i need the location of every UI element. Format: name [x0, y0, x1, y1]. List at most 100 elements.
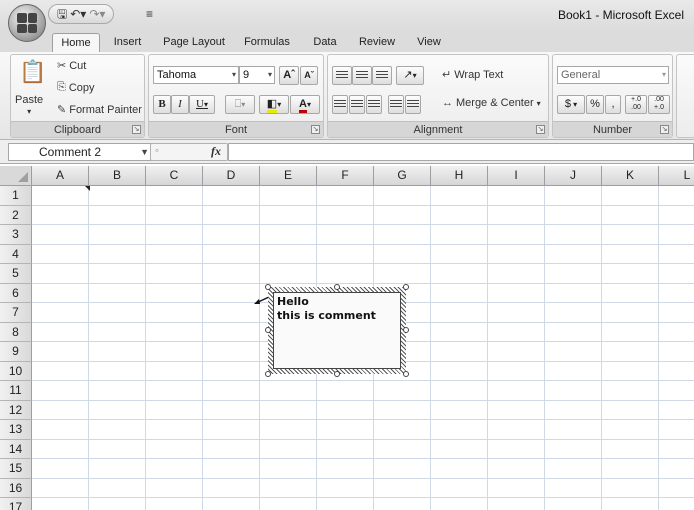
column-header-c[interactable]: C: [146, 166, 203, 186]
formula-input[interactable]: [228, 143, 694, 161]
column-header-i[interactable]: I: [488, 166, 545, 186]
customize-qat-icon[interactable]: ≡: [146, 7, 153, 21]
paste-dropdown-icon[interactable]: ▾: [27, 106, 31, 117]
grid-row-line: [32, 458, 694, 459]
column-header-k[interactable]: K: [602, 166, 659, 186]
resize-handle-n[interactable]: [334, 284, 340, 290]
percent-button[interactable]: %: [586, 95, 604, 114]
tab-data[interactable]: Data: [306, 33, 344, 52]
paste-button[interactable]: Paste ▾: [15, 95, 43, 117]
row-header-15[interactable]: 15: [0, 459, 32, 479]
align-left-button[interactable]: [332, 95, 348, 114]
select-all-button[interactable]: [0, 166, 32, 186]
paste-icon[interactable]: 📋: [19, 59, 46, 85]
column-header-h[interactable]: H: [431, 166, 488, 186]
clipboard-group: 📋 Paste ▾ ✂ Cut ⎘ Copy ✎ Format Painter …: [10, 54, 145, 138]
copy-button[interactable]: ⎘ Copy: [57, 81, 95, 94]
grid-column-line: [601, 186, 602, 510]
undo-icon[interactable]: ↶▾: [70, 6, 86, 22]
tab-review[interactable]: Review: [354, 33, 400, 52]
tab-formulas[interactable]: Formulas: [238, 33, 296, 52]
column-header-f[interactable]: F: [317, 166, 374, 186]
align-top-button[interactable]: [332, 66, 352, 85]
resize-handle-icon[interactable]: ◦: [155, 145, 159, 157]
grow-font-button[interactable]: Aˆ: [279, 66, 299, 85]
number-format-select[interactable]: General ▾: [557, 66, 669, 84]
comma-button[interactable]: ,: [605, 95, 621, 114]
row-header-1[interactable]: 1: [0, 186, 32, 206]
office-logo-icon: [17, 13, 37, 33]
row-header-17[interactable]: 17: [0, 498, 32, 510]
resize-handle-se[interactable]: [403, 371, 409, 377]
column-header-b[interactable]: B: [89, 166, 146, 186]
row-header-8[interactable]: 8: [0, 322, 32, 342]
increase-decimal-button[interactable]: +.0 .00: [625, 95, 647, 114]
shrink-font-button[interactable]: Aˇ: [300, 66, 318, 85]
font-color-button[interactable]: A▾: [290, 95, 320, 114]
resize-handle-w[interactable]: [265, 327, 271, 333]
currency-button[interactable]: $ ▾: [557, 95, 585, 114]
resize-handle-nw[interactable]: [265, 284, 271, 290]
wrap-text-button[interactable]: ↵ Wrap Text: [442, 68, 503, 82]
alignment-launcher-icon[interactable]: ↘: [536, 125, 545, 134]
resize-handle-s[interactable]: [334, 371, 340, 377]
row-header-12[interactable]: 12: [0, 400, 32, 420]
name-box[interactable]: Comment 2 ▼: [8, 143, 154, 161]
number-launcher-icon[interactable]: ↘: [660, 125, 669, 134]
row-header-6[interactable]: 6: [0, 283, 32, 303]
increase-indent-button[interactable]: [405, 95, 421, 114]
align-right-button[interactable]: [366, 95, 382, 114]
resize-handle-sw[interactable]: [265, 371, 271, 377]
borders-button[interactable]: ⎕▾: [225, 95, 255, 114]
row-header-14[interactable]: 14: [0, 439, 32, 459]
row-header-10[interactable]: 10: [0, 361, 32, 381]
comment-box[interactable]: Hello this is comment: [265, 284, 409, 377]
font-name-select[interactable]: Tahoma ▾: [153, 66, 239, 84]
save-icon[interactable]: 🖫: [57, 6, 67, 22]
column-header-e[interactable]: E: [260, 166, 317, 186]
decrease-decimal-button[interactable]: .00 +.0: [648, 95, 670, 114]
row-header-4[interactable]: 4: [0, 244, 32, 264]
tab-page-layout[interactable]: Page Layout: [158, 33, 230, 52]
format-painter-button[interactable]: ✎ Format Painter: [57, 103, 142, 117]
fill-color-button[interactable]: ◧▾: [259, 95, 289, 114]
orientation-button[interactable]: ↗▾: [396, 66, 424, 85]
tab-view[interactable]: View: [410, 33, 448, 52]
title-bar: 🖫 ↶▾ ↷▾ ≡ Book1 - Microsoft Excel: [0, 0, 694, 42]
align-center-button[interactable]: [349, 95, 365, 114]
column-header-g[interactable]: G: [374, 166, 431, 186]
align-bottom-button[interactable]: [372, 66, 392, 85]
comment-body[interactable]: Hello this is comment: [273, 292, 401, 369]
merge-center-button[interactable]: ↔ Merge & Center ▾: [442, 97, 541, 109]
row-header-13[interactable]: 13: [0, 420, 32, 440]
row-header-11[interactable]: 11: [0, 381, 32, 401]
font-size-select[interactable]: 9 ▾: [239, 66, 275, 84]
tab-home[interactable]: Home: [52, 33, 100, 52]
row-header-16[interactable]: 16: [0, 478, 32, 498]
insert-function-icon[interactable]: fx: [211, 144, 221, 159]
underline-button[interactable]: U▾: [189, 95, 215, 114]
chevron-down-icon[interactable]: ▼: [140, 144, 149, 160]
row-header-9[interactable]: 9: [0, 342, 32, 362]
cut-button[interactable]: ✂ Cut: [57, 59, 86, 73]
redo-icon[interactable]: ↷▾: [89, 6, 105, 22]
column-header-j[interactable]: J: [545, 166, 602, 186]
italic-button[interactable]: I: [171, 95, 189, 114]
row-header-7[interactable]: 7: [0, 303, 32, 323]
office-button[interactable]: [8, 4, 46, 42]
row-header-2[interactable]: 2: [0, 205, 32, 225]
align-top-icon: [336, 70, 348, 80]
align-middle-button[interactable]: [352, 66, 372, 85]
column-header-d[interactable]: D: [203, 166, 260, 186]
resize-handle-ne[interactable]: [403, 284, 409, 290]
clipboard-launcher-icon[interactable]: ↘: [132, 125, 141, 134]
bold-button[interactable]: B: [153, 95, 171, 114]
column-header-l[interactable]: L: [659, 166, 694, 186]
row-header-5[interactable]: 5: [0, 264, 32, 284]
decrease-indent-button[interactable]: [388, 95, 404, 114]
tab-insert[interactable]: Insert: [105, 33, 150, 52]
resize-handle-e[interactable]: [403, 327, 409, 333]
row-header-3[interactable]: 3: [0, 225, 32, 245]
column-header-a[interactable]: A: [32, 166, 89, 186]
font-launcher-icon[interactable]: ↘: [311, 125, 320, 134]
